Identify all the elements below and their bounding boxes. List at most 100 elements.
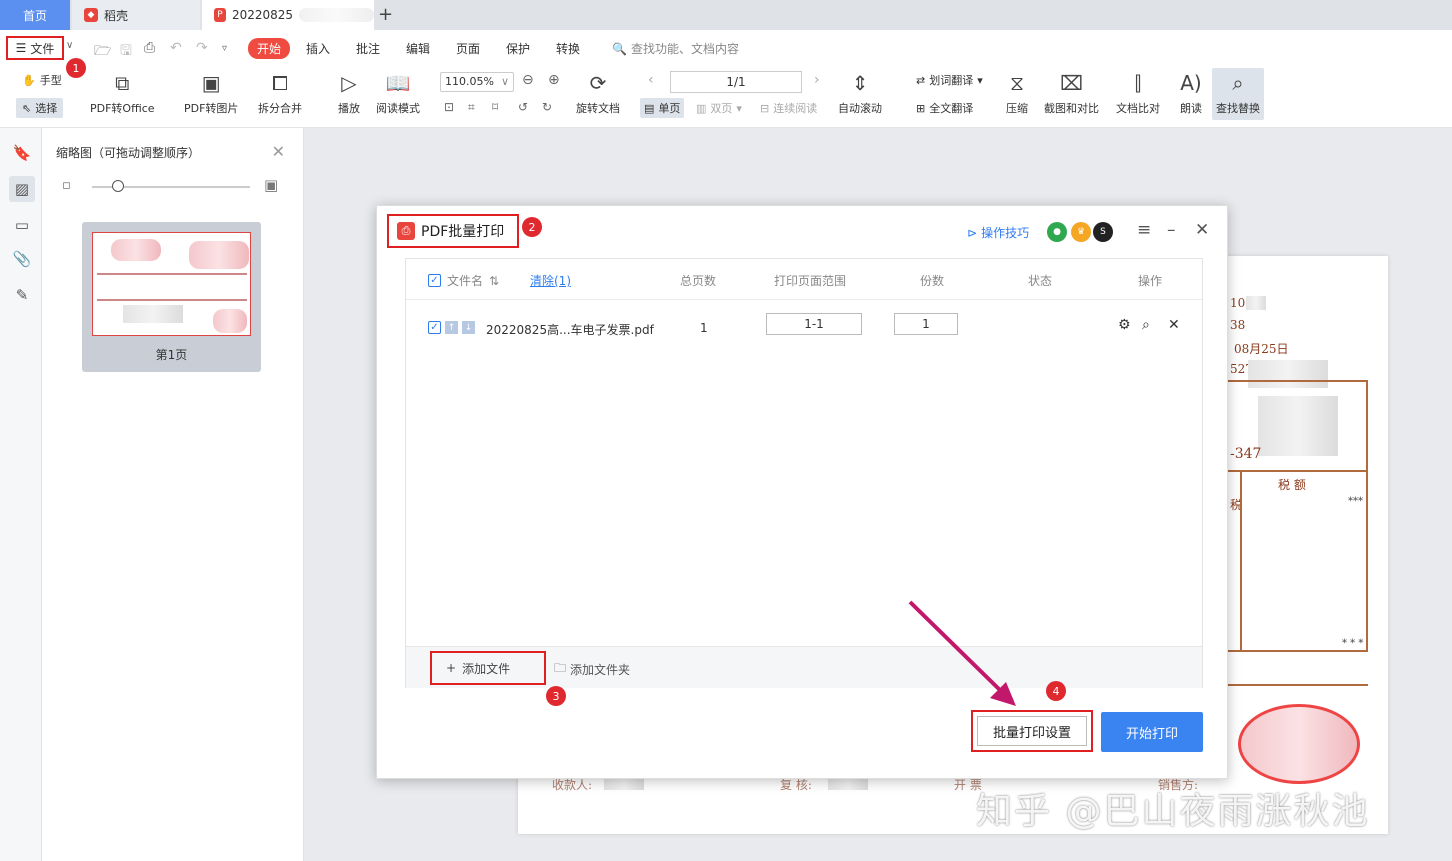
tips-link[interactable]: ⊳ 操作技巧 (967, 224, 1029, 241)
doc-fragment-1: 10 (1230, 296, 1246, 310)
double-page-label: 双页 (710, 102, 733, 115)
row-checkbox-icon[interactable]: ✓ (428, 321, 441, 334)
move-up-icon[interactable]: ↑ (445, 321, 458, 334)
start-print-button[interactable]: 开始打印 (1101, 712, 1203, 752)
tab-insert[interactable]: 插入 (306, 40, 330, 57)
open-folder-icon[interactable]: 🗁 (94, 40, 111, 64)
close-icon[interactable]: ✕ (1195, 220, 1209, 240)
new-tab-plus-icon[interactable]: + (378, 4, 393, 25)
rotate-left-icon[interactable]: ↺ (518, 100, 528, 114)
rotate-doc-button[interactable]: ⟳ 旋转文档 (576, 70, 620, 116)
copies-value: 1 (922, 317, 930, 331)
thumb-seal (213, 309, 247, 333)
fit-width-icon[interactable]: ⌑ (492, 100, 498, 114)
fit-page-icon[interactable]: ⌗ (468, 100, 475, 115)
doc-compare-button[interactable]: ⫿ 文档比对 (1116, 70, 1160, 116)
double-page-icon: ▥ (696, 101, 707, 115)
file-table: ✓ 文件名 ⇅ 清除(1) 总页数 打印页面范围 份数 状态 操作 ✓ ↑ ↓ … (405, 258, 1203, 688)
rotate-right-icon[interactable]: ↻ (542, 100, 552, 114)
zoom-out-icon[interactable]: ⊖ (522, 72, 534, 88)
read-mode-label: 阅读模式 (376, 102, 420, 115)
redo-icon[interactable]: ↷ (196, 40, 208, 56)
tab-home[interactable]: 首页 (0, 0, 70, 30)
find-replace-button[interactable]: ⌕ 查找替换 (1212, 68, 1264, 120)
close-icon[interactable]: ✕ (272, 142, 285, 161)
attachment-icon[interactable]: 📎 (9, 246, 35, 272)
word-translate-button[interactable]: ⇄ 划词翻译 ▾ (916, 72, 983, 88)
actual-size-icon[interactable]: ⊡ (444, 100, 454, 114)
full-translate-button[interactable]: ⊞ 全文翻译 (916, 100, 973, 116)
pdf-to-image-button[interactable]: ▣ PDF转图片 (184, 70, 238, 116)
hand-tool-button[interactable]: ✋ 手型 (22, 72, 62, 88)
page-number-input[interactable]: 1/1 (670, 71, 802, 93)
read-aloud-label: 朗读 (1180, 102, 1202, 115)
play-button[interactable]: ▷ 播放 (336, 70, 362, 116)
chevron-down-icon[interactable]: ∨ (66, 40, 73, 51)
tab-edit[interactable]: 编辑 (406, 40, 430, 57)
header-select-all[interactable]: ✓ 文件名 ⇅ (428, 272, 499, 289)
tab-docer[interactable]: ◆ 稻壳 (72, 0, 200, 30)
play-icon: ▷ (341, 71, 357, 95)
copies-input[interactable]: 1 (894, 313, 958, 335)
comment-icon[interactable]: ▭ (9, 212, 35, 238)
slider-handle[interactable] (112, 180, 124, 192)
prev-page-icon[interactable]: ‹ (648, 72, 654, 88)
tab-page[interactable]: 页面 (456, 40, 480, 57)
single-page-button[interactable]: ▤ 单页 (640, 98, 685, 118)
doc-fragment-2: 38 (1230, 318, 1246, 332)
zoom-select[interactable]: 110.05% ∨ (440, 72, 514, 92)
feature-search[interactable]: 🔍 查找功能、文档内容 (612, 40, 739, 57)
hand-icon: ✋ (22, 73, 36, 87)
doc-line-bottom (1228, 650, 1368, 652)
compress-button[interactable]: ⧖ 压缩 (1004, 70, 1030, 116)
small-image-icon[interactable]: ▫ (62, 178, 71, 193)
member-badge-icon[interactable]: ● (1047, 222, 1067, 242)
toolbar: ✋ 手型 ⇖ 选择 ⧉ PDF转Office ▣ PDF转图片 ⧠ 拆分合并 ▷ 播放 📖 阅… (0, 66, 1452, 128)
signature-icon[interactable]: ✎ (9, 282, 35, 308)
next-page-icon[interactable]: › (814, 72, 820, 88)
screenshot-compare-button[interactable]: ⌧ 截图和对比 (1044, 70, 1099, 116)
print-range-input[interactable]: 1-1 (766, 313, 862, 335)
move-down-icon[interactable]: ↓ (462, 321, 475, 334)
tab-pdf-document[interactable]: P 20220825 (202, 0, 374, 30)
thumbnail-icon[interactable]: ▨ (9, 176, 35, 202)
auto-scroll-button[interactable]: ⇕ 自动滚动 (838, 70, 882, 116)
split-merge-button[interactable]: ⧠ 拆分合并 (258, 70, 302, 116)
row-total-pages: 1 (700, 321, 708, 335)
file-menu-button[interactable]: ☰ 文件 (6, 36, 64, 60)
clear-link[interactable]: 清除(1) (530, 272, 571, 289)
bookmark-icon[interactable]: 🔖 (9, 140, 35, 166)
continuous-read-button[interactable]: ⊟ 连续阅读 (760, 100, 817, 116)
tab-protect[interactable]: 保护 (506, 40, 530, 57)
add-file-button[interactable]: + 添加文件 (430, 651, 546, 685)
row-preview-icon[interactable]: ⌕ (1142, 317, 1150, 333)
read-aloud-button[interactable]: A) 朗读 (1178, 70, 1204, 116)
tab-start[interactable]: 开始 (248, 38, 291, 59)
double-page-button[interactable]: ▥ 双页 ▾ (696, 100, 742, 116)
s-badge-icon[interactable]: S (1093, 222, 1113, 242)
batch-print-settings-button[interactable]: 批量打印设置 (971, 710, 1093, 752)
add-folder-button[interactable]: 🗀 添加文件夹 (554, 659, 630, 680)
doc-compare-label: 文档比对 (1116, 102, 1160, 115)
select-tool-button[interactable]: ⇖ 选择 (16, 98, 64, 118)
print-range-value: 1-1 (804, 317, 824, 331)
save-icon[interactable]: 🖫 (120, 40, 132, 64)
print-icon[interactable]: ⎙ (144, 40, 155, 56)
read-mode-button[interactable]: 📖 阅读模式 (376, 70, 420, 116)
undo-icon[interactable]: ↶ (170, 40, 182, 56)
large-image-icon[interactable]: ▣ (264, 176, 278, 194)
tab-convert[interactable]: 转换 (556, 40, 580, 57)
crown-badge-icon[interactable]: ♛ (1071, 222, 1091, 242)
row-settings-icon[interactable]: ⚙ (1118, 317, 1131, 333)
pdf-to-office-button[interactable]: ⧉ PDF转Office (90, 70, 155, 116)
tab-annotate[interactable]: 批注 (356, 40, 380, 57)
zoom-in-icon[interactable]: ⊕ (548, 72, 560, 88)
docer-logo-icon: ◆ (84, 8, 98, 22)
doc-stars-2: * * * (1342, 638, 1364, 649)
minimize-icon[interactable]: – (1167, 220, 1176, 240)
menu-icon[interactable]: ≡ (1137, 220, 1151, 240)
quick-access-chevron-icon[interactable]: ▿ (222, 43, 227, 54)
page-thumbnail[interactable]: 第1页 (82, 222, 261, 372)
row-remove-icon[interactable]: ✕ (1168, 317, 1180, 333)
table-footer: + 添加文件 🗀 添加文件夹 (406, 646, 1202, 688)
